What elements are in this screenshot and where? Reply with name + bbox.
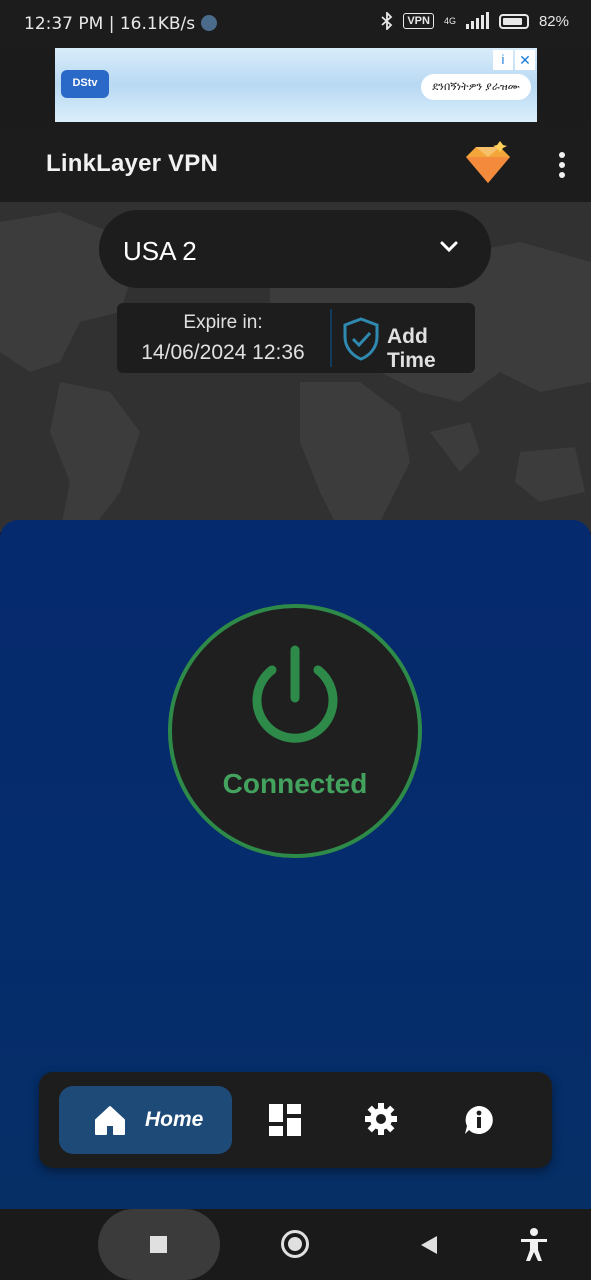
chevron-down-icon	[440, 241, 458, 253]
divider	[330, 309, 332, 367]
connection-status: Connected	[222, 768, 368, 799]
home-icon	[95, 1106, 125, 1135]
more-vert-icon[interactable]	[559, 152, 565, 182]
app-notification-icon	[201, 15, 218, 31]
network-type: 4G	[443, 15, 456, 26]
vpn-badge: VPN	[403, 13, 434, 29]
ad-banner[interactable]: DStv ደንበኝነትዎን ያራዝሙ i ✕	[55, 48, 537, 122]
signal-icon	[465, 12, 489, 29]
app-title: LinkLayer VPN	[46, 150, 218, 177]
status-time-text: 12:37 PM | 16.1KB/s	[24, 14, 196, 34]
expiry-card: Expire in: 14/06/2024 12:36 Add Time	[117, 303, 475, 373]
dstv-logo: DStv	[61, 70, 109, 98]
ad-info-icon[interactable]: i	[493, 50, 513, 70]
info-bubble-icon[interactable]	[463, 1104, 495, 1136]
app-bar: LinkLayer VPN	[0, 122, 591, 202]
battery-percent: 82%	[538, 12, 569, 30]
server-dropdown[interactable]: USA 2	[99, 210, 491, 288]
ad-cta-button[interactable]: ደንበኝነትዎን ያራዝሙ	[421, 74, 531, 100]
add-time-button[interactable]: Add Time	[387, 325, 475, 373]
status-icons: VPN 4G 82%	[381, 12, 569, 30]
recents-button[interactable]	[98, 1209, 220, 1280]
accessibility-icon[interactable]	[519, 1228, 549, 1262]
nav-home-tab[interactable]: Home	[59, 1086, 232, 1154]
server-name: USA 2	[123, 236, 197, 266]
expire-date: 14/06/2024 12:36	[141, 341, 305, 364]
gear-icon[interactable]	[364, 1102, 398, 1136]
diamond-crown-icon[interactable]	[462, 139, 514, 187]
recents-icon	[150, 1236, 167, 1253]
expire-label: Expire in:	[183, 312, 263, 333]
bottom-nav: Home	[39, 1072, 552, 1168]
shield-check-icon[interactable]	[342, 317, 380, 361]
bluetooth-icon	[381, 12, 393, 30]
dashboard-icon[interactable]	[269, 1104, 301, 1136]
power-icon[interactable]	[244, 644, 346, 752]
back-icon[interactable]	[420, 1235, 438, 1255]
status-bar: 12:37 PM | 16.1KB/s VPN 4G 82%	[0, 0, 591, 48]
battery-icon	[498, 13, 529, 29]
home-circle-icon[interactable]	[281, 1230, 309, 1258]
ad-close-icon[interactable]: ✕	[515, 50, 535, 70]
nav-home-label: Home	[145, 1108, 204, 1131]
status-time-speed: 12:37 PM | 16.1KB/s	[24, 14, 218, 34]
